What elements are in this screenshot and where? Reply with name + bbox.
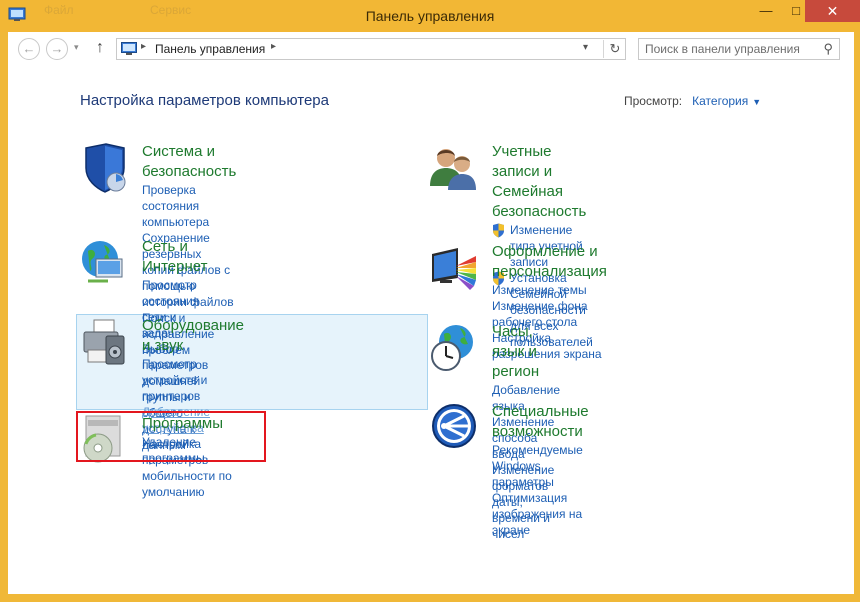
address-bar[interactable]: ▸ Панель управления ▸ ▾ ↻ <box>116 38 626 60</box>
search-icon[interactable]: ⚲ <box>823 41 833 57</box>
up-button[interactable]: ↑ <box>96 39 104 57</box>
navigation-bar: ← → ▾ ↑ ▸ Панель управления ▸ ▾ ↻ ⚲ <box>8 32 854 66</box>
category-title-hardware-sound[interactable]: Оборудование и звук <box>142 316 244 356</box>
highlight-programs-annotation <box>76 411 266 462</box>
display-palette-icon <box>432 248 476 290</box>
category-title-clock-language-region[interactable]: Часы, язык и регион <box>492 322 560 382</box>
view-dropdown-caret-icon[interactable]: ▼ <box>752 97 761 107</box>
address-dropdown-icon[interactable]: ▾ <box>583 42 588 53</box>
control-panel-window: Файл Сервис Панель управления — □ ✕ ← → … <box>0 0 860 602</box>
search-input[interactable] <box>645 41 815 57</box>
accessibility-icon <box>432 404 476 448</box>
category-title-user-accounts[interactable]: Учетные записи и Семейная <box>492 142 593 202</box>
page-title: Настройка параметров компьютера <box>80 92 329 109</box>
link-optimize-display[interactable]: Оптимизация изображения на экране <box>492 490 589 538</box>
breadcrumb-separator-icon[interactable]: ▸ <box>271 41 276 52</box>
link-devices-printers[interactable]: Просмотр устройств и принтеров <box>142 356 244 404</box>
category-title-ease-of-access[interactable]: Специальные возможности <box>492 402 589 442</box>
view-by-dropdown[interactable]: Категория <box>692 94 748 108</box>
link-check-computer-status[interactable]: Проверка состояния компьютера <box>142 182 236 230</box>
printer-icon <box>83 319 125 365</box>
forward-button[interactable]: → <box>46 38 68 60</box>
control-panel-icon <box>121 42 137 55</box>
link-mobility-settings-cont[interactable]: умолчанию <box>142 484 244 500</box>
category-title-appearance[interactable]: Оформление и персонализация <box>492 242 607 282</box>
category-title-user-accounts-cont[interactable]: безопасность <box>492 202 593 222</box>
shield-icon <box>85 143 126 193</box>
main-content: Настройка параметров компьютера Просмотр… <box>8 66 854 594</box>
refresh-button[interactable]: ↻ <box>603 40 626 58</box>
category-title-system-security[interactable]: Система и безопасность <box>142 142 236 182</box>
clock-globe-icon <box>431 325 473 371</box>
title-bar: Файл Сервис Панель управления — □ ✕ <box>0 0 860 32</box>
breadcrumb-separator-icon[interactable]: ▸ <box>141 41 146 52</box>
users-icon <box>430 149 476 190</box>
view-selector: Просмотр: Категория ▼ <box>624 94 761 108</box>
back-button[interactable]: ← <box>18 38 40 60</box>
minimize-button[interactable]: — <box>752 0 780 22</box>
recent-locations-dropdown-icon[interactable]: ▾ <box>74 42 79 53</box>
window-frame: ← → ▾ ↑ ▸ Панель управления ▸ ▾ ↻ ⚲ <box>8 32 854 594</box>
uac-shield-icon <box>493 223 504 238</box>
view-label: Просмотр: <box>624 94 683 108</box>
category-title-network-internet[interactable]: Сеть и Интернет <box>142 237 208 277</box>
link-change-theme[interactable]: Изменение темы <box>492 282 607 298</box>
search-box[interactable]: ⚲ <box>638 38 840 60</box>
link-recommended-settings[interactable]: Рекомендуемые Windows параметры <box>492 442 589 490</box>
window-title: Панель управления <box>365 8 495 24</box>
close-button[interactable]: ✕ <box>805 0 860 22</box>
network-globe-icon <box>82 241 123 283</box>
breadcrumb-control-panel[interactable]: Панель управления <box>155 42 265 56</box>
